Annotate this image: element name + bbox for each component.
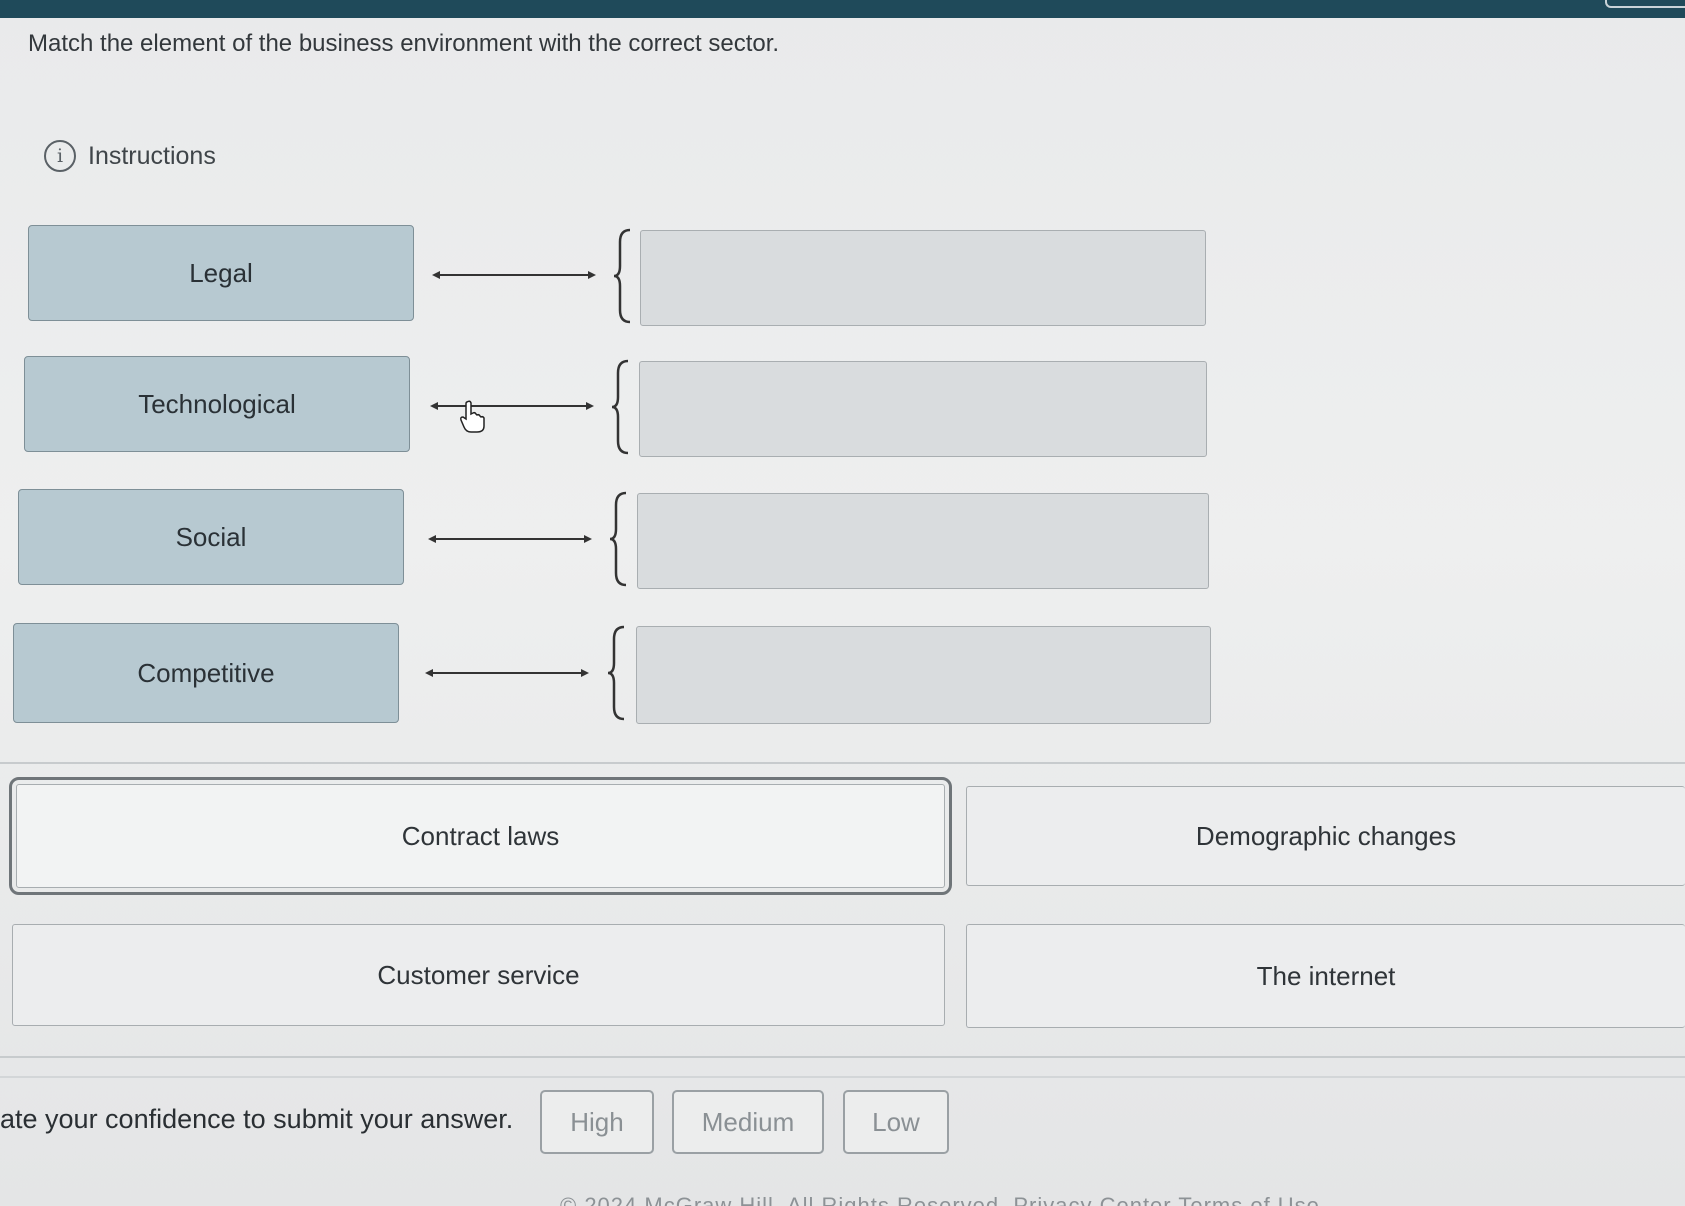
sector-social: Social — [18, 489, 404, 585]
option-customer-service[interactable]: Customer service — [12, 924, 945, 1026]
double-arrow-icon — [430, 402, 594, 410]
dropzone-social[interactable] — [637, 493, 1209, 589]
confidence-prompt: ate your confidence to submit your answe… — [0, 1104, 514, 1134]
option-label: The internet — [1256, 960, 1396, 991]
sector-competitive: Competitive — [13, 623, 399, 723]
option-label: Customer service — [377, 959, 580, 990]
confidence-high-button[interactable]: High — [540, 1090, 654, 1154]
sector-label: Competitive — [137, 657, 275, 688]
option-label: Contract laws — [401, 820, 560, 851]
header-tab[interactable] — [1605, 0, 1685, 8]
instructions-label: Instructions — [88, 141, 216, 170]
instructions-toggle[interactable]: i Instructions — [44, 140, 216, 172]
brace-icon — [611, 359, 629, 455]
option-demographic-changes[interactable]: Demographic changes — [966, 786, 1685, 886]
sector-label: Social — [175, 521, 247, 552]
pool-divider-top — [0, 762, 1685, 764]
dropzone-technological[interactable] — [639, 361, 1207, 457]
pool-divider-bottom — [0, 1056, 1685, 1058]
section-divider — [0, 1076, 1685, 1078]
double-arrow-icon — [425, 669, 589, 677]
hand-pointer-icon — [460, 400, 485, 433]
sector-label: Legal — [189, 257, 253, 288]
sector-legal: Legal — [28, 225, 414, 321]
brace-icon — [613, 228, 631, 324]
top-header-bar — [0, 0, 1685, 18]
sector-label: Technological — [138, 388, 296, 419]
option-the-internet[interactable]: The internet — [966, 924, 1685, 1028]
confidence-medium-button[interactable]: Medium — [672, 1090, 824, 1154]
option-label: Demographic changes — [1195, 820, 1457, 851]
brace-icon — [607, 625, 625, 721]
footer-copyright: © 2024 McGraw Hill. All Rights Reserved.… — [560, 1193, 1320, 1206]
question-text: Match the element of the business enviro… — [28, 30, 780, 57]
dropzone-legal[interactable] — [640, 230, 1206, 326]
option-contract-laws[interactable]: Contract laws — [9, 777, 952, 895]
brace-icon — [609, 491, 627, 587]
info-icon: i — [44, 140, 76, 172]
confidence-low-button[interactable]: Low — [843, 1090, 949, 1154]
sector-technological: Technological — [24, 356, 410, 452]
double-arrow-icon — [428, 535, 592, 543]
dropzone-competitive[interactable] — [636, 626, 1211, 724]
double-arrow-icon — [432, 271, 596, 279]
